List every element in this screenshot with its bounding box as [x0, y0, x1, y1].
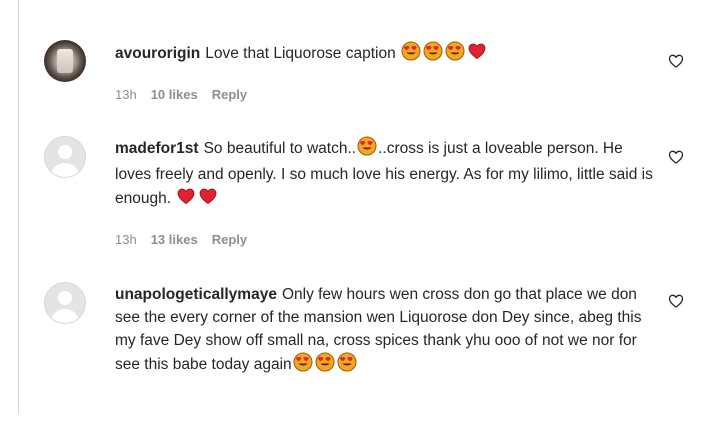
heart-eyes-icon	[357, 136, 377, 163]
reply-button[interactable]: Reply	[212, 87, 247, 102]
avatar[interactable]	[44, 40, 86, 82]
heart-eyes-icon	[293, 352, 313, 379]
red-heart-icon	[198, 186, 218, 213]
comment-username[interactable]: madefor1st	[115, 140, 199, 157]
avatar-head-shape	[58, 291, 72, 305]
avatar-head-shape	[58, 145, 72, 159]
heart-eyes-icon	[423, 41, 443, 68]
comment-username[interactable]: avourorigin	[115, 45, 200, 62]
avatar[interactable]	[44, 136, 86, 178]
comment-body-part1: So beautiful to watch..	[203, 140, 357, 157]
comment-time[interactable]: 13h	[115, 232, 137, 247]
like-heart-icon[interactable]	[668, 53, 684, 69]
comment-text-block: madefor1st So beautiful to watch.. ..cross…	[115, 136, 655, 213]
avatar[interactable]	[44, 282, 86, 324]
comment-body: Love that Liquorose caption	[205, 45, 396, 62]
heart-eyes-icon	[401, 41, 421, 68]
avatar-body-shape	[50, 163, 80, 177]
comment-meta: 13h 10 likes Reply	[115, 87, 261, 102]
comment-likes[interactable]: 13 likes	[151, 232, 198, 247]
comment-meta: 13h 13 likes Reply	[115, 232, 261, 247]
avatar-body-shape	[50, 309, 80, 323]
red-heart-icon	[176, 186, 196, 213]
red-heart-icon	[467, 41, 487, 68]
left-divider	[18, 0, 19, 414]
heart-eyes-icon	[445, 41, 465, 68]
comment-text-block: unapologeticallymaye Only few hours wen c…	[115, 283, 655, 379]
like-heart-icon[interactable]	[668, 293, 684, 309]
comment-time[interactable]: 13h	[115, 87, 137, 102]
comment-username[interactable]: unapologeticallymaye	[115, 286, 277, 303]
reply-button[interactable]: Reply	[212, 232, 247, 247]
comment-likes[interactable]: 10 likes	[151, 87, 198, 102]
heart-eyes-icon	[337, 352, 357, 379]
heart-eyes-icon	[315, 352, 335, 379]
comment-text-block: avourorigin Love that Liquorose caption	[115, 41, 655, 68]
like-heart-icon[interactable]	[668, 149, 684, 165]
